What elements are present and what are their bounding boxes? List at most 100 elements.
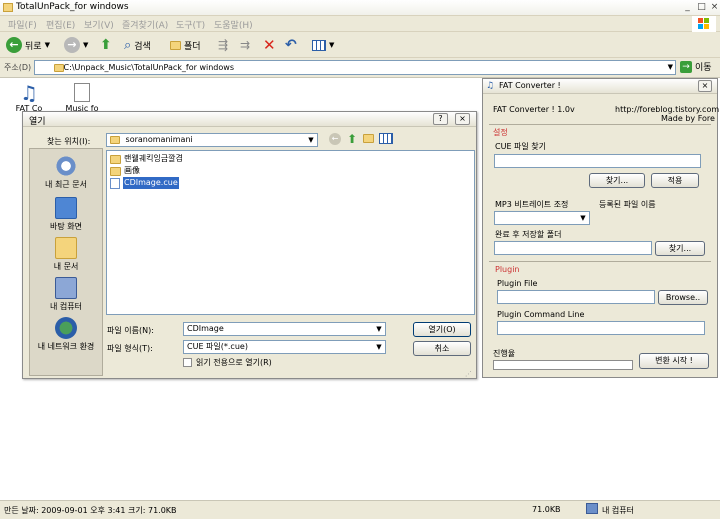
open-button[interactable]: 열기(O) [413, 322, 471, 337]
list-item[interactable]: 画像 [110, 165, 140, 177]
chevron-down-icon[interactable]: ▼ [668, 61, 673, 74]
up-folder-icon[interactable]: ⬆ [347, 132, 357, 146]
folder-icon [110, 135, 120, 144]
progress-label: 진행율 [493, 349, 516, 358]
fat-madeby: Made by Fore [661, 114, 715, 123]
file-name: 画像 [124, 166, 140, 175]
my-computer-icon [586, 503, 598, 514]
window-titlebar: TotalUnPack_for windows _ □ × [0, 0, 720, 16]
address-value: C:\Unpack_Music\TotalUnPack_for windows [63, 63, 234, 72]
divider [489, 124, 711, 125]
savefolder-find-button[interactable]: 찾기... [655, 241, 705, 256]
place-desktop[interactable]: 바탕 화면 [30, 197, 102, 235]
chevron-down-icon: ▼ [308, 136, 314, 144]
browse-button[interactable]: Browse.. [658, 290, 708, 305]
place-my-computer[interactable]: 내 컴퓨터 [30, 277, 102, 315]
divider [489, 261, 711, 262]
chevron-down-icon: ▼ [376, 343, 382, 351]
desktop-icon-music[interactable]: Music fo [62, 82, 102, 113]
plugincmd-input[interactable] [497, 321, 705, 335]
menu-edit[interactable]: 편집(E) [46, 18, 75, 31]
views-button[interactable]: ▼ [312, 36, 334, 54]
fat-url: http://foreblog.tistory.com [615, 105, 720, 114]
copy-to-button[interactable]: ⇉ [240, 36, 250, 54]
move-to-icon: ⇶ [218, 38, 229, 52]
status-size: 71.0KB [532, 505, 561, 514]
forward-button[interactable]: → ▼ [64, 36, 88, 54]
menu-favorites[interactable]: 즐겨찾기(A) [122, 18, 168, 31]
menu-bar: 파일(F) 편집(E) 보기(V) 즐겨찾기(A) 도구(T) 도움말(H) [0, 16, 720, 32]
go-arrow-icon: → [680, 60, 692, 73]
place-my-documents[interactable]: 내 문서 [30, 237, 102, 275]
undo-button[interactable]: ↶ [285, 36, 297, 54]
folders-label: 폴더 [184, 41, 201, 52]
dialog-close-button[interactable]: × [455, 113, 470, 125]
maximize-button[interactable]: □ [697, 3, 706, 12]
cue-path-input[interactable] [494, 154, 701, 168]
file-list[interactable]: 랜웰궤킥잉금깔겸 画像 CDImage.cue [106, 150, 475, 315]
list-item-selected[interactable]: CDImage.cue [110, 177, 179, 189]
chevron-down-icon: ▼ [44, 41, 50, 49]
menu-view[interactable]: 보기(V) [84, 18, 114, 31]
search-icon: ⌕ [124, 37, 132, 53]
readonly-checkbox[interactable] [183, 358, 192, 367]
place-recent[interactable]: 내 최근 문서 [30, 155, 102, 193]
bitrate-label: MP3 비트레이트 조정 [495, 200, 569, 209]
filetype-label: 파일 형식(T): [107, 344, 153, 353]
close-button[interactable]: × [710, 3, 719, 12]
savefolder-input[interactable] [494, 241, 652, 255]
status-bar: 만든 날짜: 2009-09-01 오후 3:41 크기: 71.0KB 71.… [0, 500, 720, 519]
place-label: 내 컴퓨터 [50, 302, 82, 311]
address-input[interactable]: C:\Unpack_Music\TotalUnPack_for windows … [34, 60, 676, 75]
plugincmd-label: Plugin Command Line [497, 310, 585, 319]
cancel-button[interactable]: 취소 [413, 341, 471, 356]
music-note-icon: ♫ [20, 81, 38, 105]
lookin-value: soranomanimani [125, 135, 193, 144]
start-convert-button[interactable]: 변환 시작 ! [639, 353, 709, 369]
help-button[interactable]: ? [433, 113, 448, 125]
desktop-icon-fat[interactable]: ♫ FAT Co [14, 82, 44, 113]
menu-tools[interactable]: 도구(T) [176, 18, 205, 31]
up-arrow-icon: ⬆ [100, 37, 112, 53]
apply-button[interactable]: 적용 [651, 173, 699, 188]
my-computer-icon [55, 277, 77, 299]
views-icon [312, 39, 326, 51]
folders-button[interactable]: 폴더 [170, 36, 201, 54]
place-label: 내 문서 [53, 262, 79, 271]
go-button[interactable]: → 이동 [680, 60, 712, 73]
filename-input[interactable]: CDImage ▼ [183, 322, 386, 336]
status-details: 만든 날짜: 2009-09-01 오후 3:41 크기: 71.0KB [4, 506, 177, 515]
file-name: 랜웰궤킥잉금깔겸 [124, 154, 183, 163]
music-note-icon: ♫ [486, 81, 495, 91]
pluginfile-label: Plugin File [497, 279, 538, 288]
pluginfile-input[interactable] [497, 290, 655, 304]
minimize-button[interactable]: _ [683, 3, 692, 12]
resize-grip-icon[interactable]: ⋰ [465, 370, 475, 378]
cue-find-button[interactable]: 찾기... [589, 173, 645, 188]
move-to-button[interactable]: ⇶ [218, 36, 228, 54]
search-button[interactable]: ⌕ 검색 [124, 36, 151, 54]
fat-titlebar: ♫ FAT Converter ! × [483, 79, 717, 94]
place-network[interactable]: 내 네트워크 환경 [30, 317, 102, 355]
bitrate-select[interactable]: ▼ [494, 211, 590, 225]
folder-icon [54, 64, 64, 72]
menu-help[interactable]: 도움말(H) [214, 18, 253, 31]
regname-label: 등록된 파일 이름 [599, 200, 656, 209]
lookin-select[interactable]: soranomanimani ▼ [106, 133, 318, 147]
up-folder-button[interactable]: ⬆ [100, 36, 112, 54]
places-bar: 내 최근 문서 바탕 화면 내 문서 내 컴퓨터 내 네트워크 환경 [29, 148, 103, 376]
list-item[interactable]: 랜웰궤킥잉금깔겸 [110, 153, 183, 165]
dialog-title: 열기 [29, 117, 46, 127]
fat-close-button[interactable]: × [698, 80, 712, 92]
new-folder-icon[interactable] [363, 134, 374, 146]
delete-button[interactable]: ✕ [263, 36, 276, 54]
back-icon[interactable]: ← [329, 133, 341, 145]
back-button[interactable]: ← 뒤로 ▼ [6, 36, 50, 54]
chevron-down-icon: ▼ [329, 41, 335, 49]
forward-arrow-icon: → [64, 37, 80, 53]
views-menu-icon[interactable] [379, 133, 393, 144]
folder-icon [110, 154, 121, 164]
filetype-select[interactable]: CUE 파일(*.cue) ▼ [183, 340, 386, 354]
address-bar: 주소(D) C:\Unpack_Music\TotalUnPack_for wi… [0, 58, 720, 78]
menu-file[interactable]: 파일(F) [8, 18, 37, 31]
